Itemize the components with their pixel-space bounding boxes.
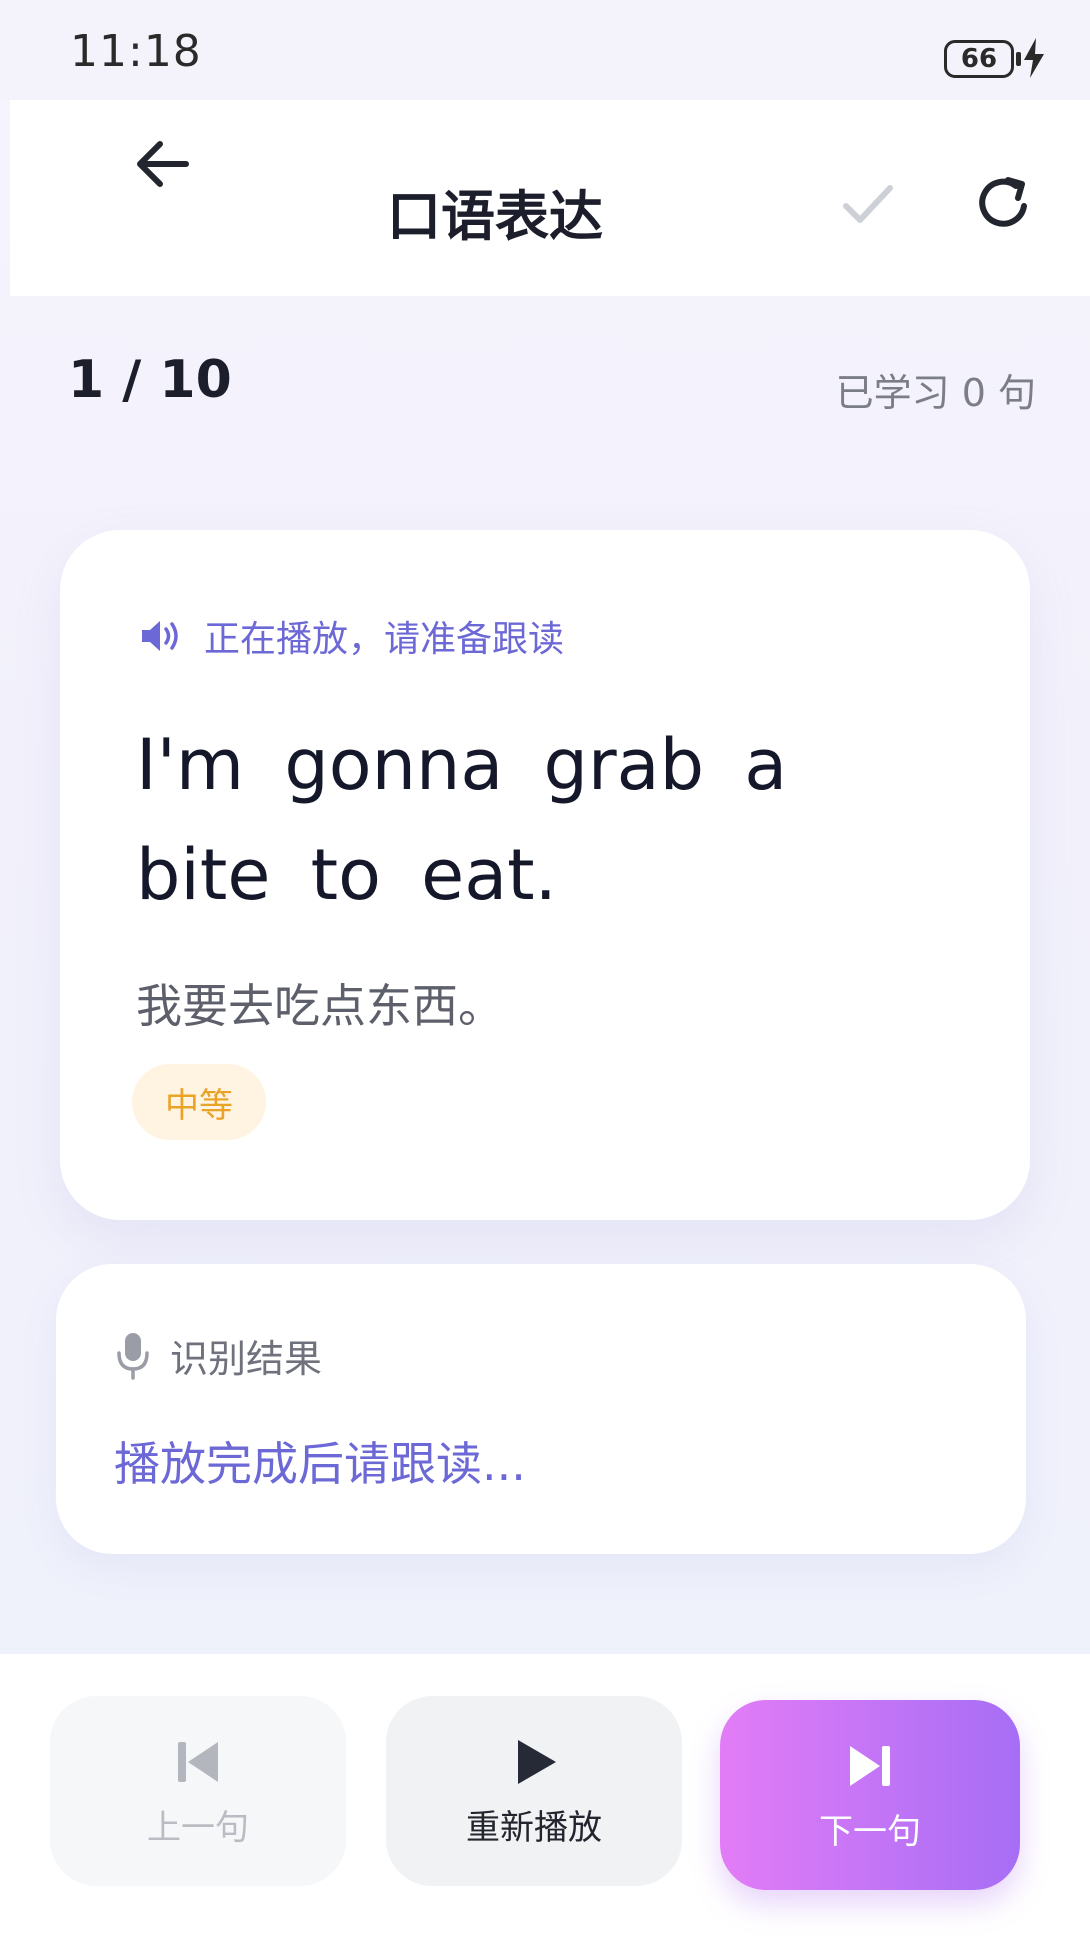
page-title: 口语表达 <box>387 185 603 248</box>
app-bar: 口语表达 <box>10 100 1090 296</box>
microphone-icon <box>117 1332 149 1380</box>
playing-status-text: 正在播放，请准备跟读 <box>204 619 565 660</box>
sentence-card: 正在播放，请准备跟读 I'm gonna grab a bite to eat.… <box>60 530 1030 1220</box>
skip-next-icon <box>850 1745 890 1786</box>
checkmark-icon[interactable] <box>840 176 896 232</box>
english-sentence: I'm gonna grab a bite to eat. <box>136 724 788 916</box>
status-bar: 11:18 66 <box>0 0 1090 100</box>
speaker-icon <box>142 621 178 651</box>
result-title: 识别结果 <box>170 1337 323 1381</box>
battery-icon: 66 <box>944 40 1014 78</box>
previous-sentence-label: 上一句 <box>147 1807 249 1848</box>
next-sentence-label: 下一句 <box>819 1811 921 1852</box>
recognition-result-card: 识别结果 播放完成后请跟读... <box>56 1264 1026 1554</box>
charging-bolt-icon <box>1024 38 1044 78</box>
play-icon <box>518 1739 556 1784</box>
battery-level: 66 <box>960 44 998 74</box>
next-sentence-button[interactable]: 下一句 <box>720 1700 1020 1890</box>
progress-counter: 1 / 10 <box>68 350 232 410</box>
bottom-controls: 上一句 重新播放 下一句 <box>0 1654 1090 1938</box>
replay-button[interactable]: 重新播放 <box>386 1696 682 1886</box>
previous-sentence-button[interactable]: 上一句 <box>50 1696 346 1886</box>
result-hint: 播放完成后请跟读... <box>114 1437 526 1491</box>
refresh-icon[interactable] <box>972 172 1036 236</box>
difficulty-badge: 中等 <box>132 1064 266 1140</box>
speaking-practice-screen: 11:18 66 口语表达 1 / 10 已学习 0 句 正在播放，请准备跟读 … <box>0 0 1090 1938</box>
status-time: 11:18 <box>70 26 202 77</box>
playing-status: 正在播放，请准备跟读 <box>138 610 564 662</box>
skip-previous-icon <box>178 1741 218 1782</box>
battery-tip <box>1016 52 1021 66</box>
chinese-translation: 我要去吃点东西。 <box>136 979 504 1033</box>
replay-label: 重新播放 <box>466 1807 602 1848</box>
result-header: 识别结果 <box>114 1328 322 1383</box>
learned-count: 已学习 0 句 <box>835 371 1036 415</box>
